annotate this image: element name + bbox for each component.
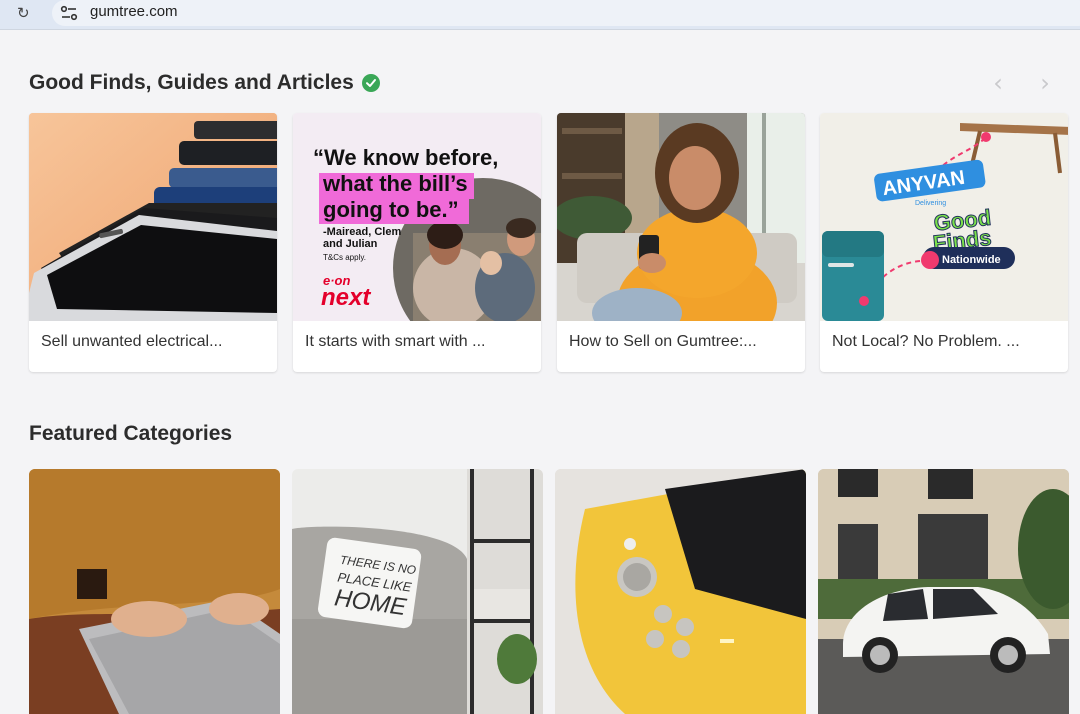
category-card-cars[interactable]: [818, 469, 1069, 714]
article-card-caption[interactable]: It starts with smart with ...: [305, 333, 485, 351]
article-card-caption[interactable]: How to Sell on Gumtree:...: [569, 333, 757, 351]
browser-toolbar: ↻ gumtree.com: [0, 0, 1080, 30]
armchair-home-photo: THERE IS NO PLACE LIKE HOME: [292, 469, 543, 714]
stacked-phones-photo: [29, 113, 277, 321]
address-bar[interactable]: gumtree.com: [52, 0, 1080, 26]
reload-icon[interactable]: ↻: [17, 4, 33, 22]
ad-quote-line-2: what the bill’s: [322, 171, 468, 196]
article-card-caption[interactable]: Sell unwanted electrical...: [41, 333, 222, 351]
ad-attribution-line-2: and Julian: [323, 238, 378, 250]
url-text[interactable]: gumtree.com: [90, 3, 178, 20]
eon-next-advert: “We know before, what the bill’s going t…: [293, 113, 541, 321]
ad-quote-line-3: going to be.”: [323, 197, 459, 222]
category-card-laptop[interactable]: [29, 469, 280, 714]
nationwide-badge: Nationwide: [942, 254, 1001, 266]
article-card-how-to-sell[interactable]: How to Sell on Gumtree:...: [557, 113, 805, 372]
section-title-categories: Featured Categories: [29, 422, 233, 445]
eon-next-logo: next: [321, 284, 371, 311]
article-card-caption[interactable]: Not Local? No Problem. ...: [832, 333, 1020, 351]
yellow-game-console-photo: [555, 469, 806, 714]
article-card-electricals[interactable]: Sell unwanted electrical...: [29, 113, 277, 372]
chevron-right-icon[interactable]: ›: [1035, 71, 1055, 96]
anyvan-subtitle: Delivering: [915, 200, 946, 207]
verified-check-icon: [362, 74, 380, 92]
woman-with-phone-photo: [557, 113, 805, 321]
site-settings-icon[interactable]: [60, 5, 78, 21]
category-card-home[interactable]: THERE IS NO PLACE LIKE HOME: [292, 469, 543, 714]
chevron-left-icon[interactable]: ‹: [988, 71, 1008, 96]
white-car-photo: [818, 469, 1069, 714]
category-card-gaming[interactable]: [555, 469, 806, 714]
ad-attribution-line-1: -Mairead, Clem: [323, 226, 401, 238]
section-title-articles: Good Finds, Guides and Articles: [29, 71, 354, 94]
ad-quote-line-1: “We know before,: [313, 145, 498, 170]
anyvan-good-finds-graphic: ANYVAN Delivering Good Finds Nationwide: [820, 113, 1068, 321]
article-card-not-local[interactable]: ANYVAN Delivering Good Finds Nationwide …: [820, 113, 1068, 372]
ad-tcs: T&Cs apply.: [323, 253, 366, 262]
article-card-smart[interactable]: “We know before, what the bill’s going t…: [293, 113, 541, 372]
laptop-typing-photo: [29, 469, 280, 714]
